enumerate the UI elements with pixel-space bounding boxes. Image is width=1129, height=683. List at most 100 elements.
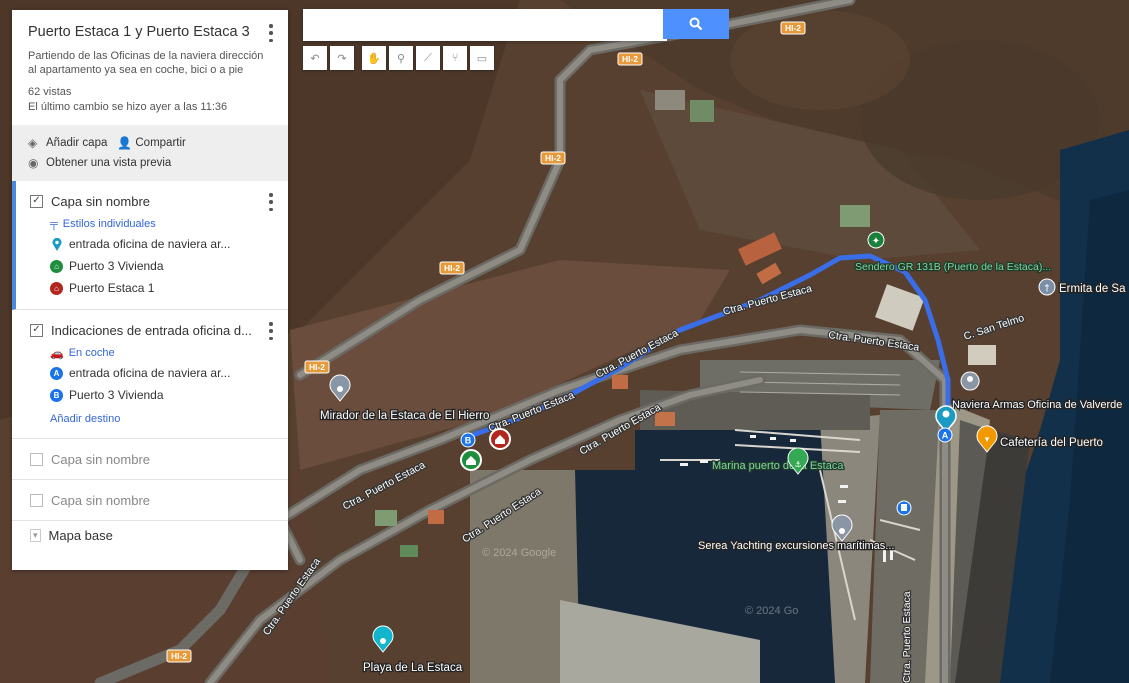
car-icon: 🚗: [50, 347, 64, 360]
add-marker-button[interactable]: ⚲: [389, 46, 413, 70]
stop-letter-a: A: [50, 366, 63, 380]
place-label-marina: Marina puerto de la Estaca: [712, 460, 844, 472]
directions-icon: ⑂: [451, 52, 459, 64]
hand-icon: ✋: [367, 52, 381, 65]
layer-4: Capa sin nombre: [12, 480, 288, 521]
layer-3-checkbox[interactable]: [30, 452, 43, 466]
house-icon: ⌂: [50, 281, 63, 295]
layer-1-name[interactable]: Capa sin nombre: [51, 194, 150, 209]
redo-icon: ↷: [337, 52, 347, 65]
place-label-playa: Playa de La Estaca: [363, 662, 463, 674]
draw-line-icon: ⟋: [424, 51, 432, 64]
layer-2-name[interactable]: Indicaciones de entrada oficina d...: [51, 323, 252, 338]
map-toolbar: ↶ ↷ ✋ ⚲ ⟋ ⑂ ▭: [303, 46, 494, 70]
layer-item[interactable]: entrada oficina de naviera ar...: [50, 233, 272, 255]
base-map-toggle[interactable]: ▾ Mapa base: [12, 521, 288, 550]
road-shield: HI-2: [540, 151, 566, 165]
road-shield: HI-2: [780, 21, 806, 35]
svg-text:HI-2: HI-2: [785, 23, 801, 33]
ruler-icon: ▭: [476, 52, 488, 65]
eye-icon: ◉: [28, 156, 39, 170]
layer-4-name[interactable]: Capa sin nombre: [51, 493, 150, 508]
undo-icon: ↶: [310, 52, 320, 65]
base-map-label: Mapa base: [48, 528, 113, 543]
svg-text:▾: ▾: [985, 435, 990, 445]
add-layer-button[interactable]: Añadir capa: [46, 137, 107, 149]
views-count: 62 vistas: [28, 86, 72, 98]
hiking-icon: ✦: [867, 231, 885, 249]
route-marker-b[interactable]: B: [460, 432, 476, 448]
search-input[interactable]: [303, 9, 667, 41]
search-button[interactable]: [663, 9, 729, 39]
svg-text:✦: ✦: [872, 236, 880, 247]
map-watermark: © 2024 Go: [745, 605, 798, 617]
directions-button[interactable]: ⑂: [443, 46, 467, 70]
place-label-cafeteria: Cafetería del Puerto: [1000, 437, 1103, 449]
road-shield: HI-2: [617, 52, 643, 66]
draw-line-button[interactable]: ⟋: [416, 46, 440, 70]
map-options-kebab-icon[interactable]: [264, 24, 278, 42]
bus-stop-icon: [896, 500, 912, 516]
layer-1: ✓ Capa sin nombre ╤ Estilos individuales…: [12, 181, 288, 310]
road-shield: HI-2: [439, 261, 465, 275]
place-label-serea: Serea Yachting excursiones marítimas...: [698, 540, 894, 552]
marker-icon: ⚲: [396, 52, 406, 65]
layer-1-style-label: Estilos individuales: [62, 218, 156, 230]
route-stop[interactable]: A entrada oficina de naviera ar...: [50, 362, 272, 384]
road-shield: HI-2: [166, 649, 192, 663]
paint-roller-icon: ╤: [50, 218, 58, 230]
svg-text:HI-2: HI-2: [545, 153, 561, 163]
map-watermark: © 2024 Google: [482, 547, 556, 559]
layer-4-checkbox[interactable]: [30, 493, 43, 507]
route-stop[interactable]: B Puerto 3 Vivienda: [50, 384, 272, 406]
house-marker-red[interactable]: [489, 428, 511, 450]
layer-1-options-kebab-icon[interactable]: [264, 193, 278, 211]
map-sidebar-panel: Puerto Estaca 1 y Puerto Estaca 3 Partie…: [12, 10, 288, 570]
travel-mode[interactable]: 🚗 En coche: [50, 344, 272, 362]
layer-1-checkbox[interactable]: ✓: [30, 194, 43, 208]
location-pin-icon: [52, 237, 62, 251]
svg-text:HI-2: HI-2: [171, 651, 187, 661]
share-button[interactable]: Compartir: [135, 137, 185, 149]
svg-text:A: A: [942, 431, 949, 441]
panel-actions: ◈ Añadir capa 👤 Compartir ◉ Obtener una …: [12, 125, 288, 181]
expand-arrow-icon: ▾: [30, 529, 41, 542]
preview-button[interactable]: Obtener una vista previa: [46, 157, 171, 169]
add-destination-link[interactable]: Añadir destino: [50, 410, 272, 428]
search-icon: [689, 17, 703, 31]
layer-item[interactable]: ⌂ Puerto Estaca 1: [50, 277, 272, 299]
svg-text:HI-2: HI-2: [622, 54, 638, 64]
undo-button[interactable]: ↶: [303, 46, 327, 70]
layer-3: Capa sin nombre: [12, 439, 288, 480]
hand-tool-button[interactable]: ✋: [362, 46, 386, 70]
layer-2-checkbox[interactable]: ✓: [30, 323, 43, 337]
church-icon: †: [1038, 278, 1056, 296]
place-label-mirador: Mirador de la Estaca de El Hierro: [320, 410, 489, 422]
stop-letter-b: B: [50, 388, 63, 402]
layer-item[interactable]: ⌂ Puerto 3 Vivienda: [50, 255, 272, 277]
layer-item-label: Puerto 3 Vivienda: [69, 259, 164, 273]
layer-3-name[interactable]: Capa sin nombre: [51, 452, 150, 467]
add-person-icon: 👤: [117, 136, 133, 150]
last-change: El último cambio se hizo ayer a las 11:3…: [28, 101, 228, 113]
layer-1-style[interactable]: ╤ Estilos individuales: [50, 215, 272, 233]
svg-text:⚓: ⚓: [794, 460, 801, 469]
layer-item-label: Puerto Estaca 1: [69, 281, 155, 295]
place-pin-icon: [960, 371, 980, 391]
road-label: Ctra. Puerto Estaca: [901, 591, 913, 683]
map-title[interactable]: Puerto Estaca 1 y Puerto Estaca 3: [28, 24, 272, 40]
house-marker-green[interactable]: [460, 449, 482, 471]
place-label-ermita: Ermita de Sa: [1059, 283, 1126, 295]
house-icon: ⌂: [50, 259, 63, 273]
layer-2: ✓ Indicaciones de entrada oficina d... 🚗…: [12, 310, 288, 439]
svg-text:B: B: [465, 436, 472, 446]
svg-text:HI-2: HI-2: [444, 263, 460, 273]
layers-icon: ◈: [28, 136, 38, 150]
map-description[interactable]: Partiendo de las Oficinas de la naviera …: [28, 49, 272, 77]
ruler-button[interactable]: ▭: [470, 46, 494, 70]
redo-button[interactable]: ↷: [330, 46, 354, 70]
route-stop-label: Puerto 3 Vivienda: [69, 388, 164, 402]
layer-2-options-kebab-icon[interactable]: [264, 322, 278, 340]
place-label-sendero: Sendero GR 131B (Puerto de la Estaca)...: [855, 261, 1051, 273]
route-stop-label: entrada oficina de naviera ar...: [69, 366, 231, 380]
